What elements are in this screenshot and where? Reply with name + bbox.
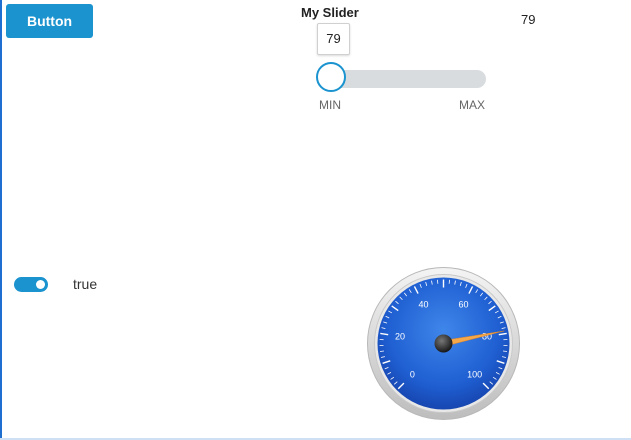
gauge-tick-label: 60 [458,299,468,309]
slider-thumb[interactable] [316,62,346,92]
primary-button[interactable]: Button [6,4,93,38]
slider-min-label: MIN [319,98,341,112]
gauge-tick-label: 0 [410,370,415,380]
gauge-tick-label: 40 [419,299,429,309]
left-border [0,0,2,440]
gauge-tick-label: 20 [395,332,405,342]
gauge-hub [434,334,453,353]
gauge-minor-tick [379,350,385,352]
gauge-minor-tick [502,350,508,352]
slider-title: My Slider [301,5,359,20]
slider-value-tooltip: 79 [317,23,350,55]
toggle-state-label: true [73,276,98,292]
toggle-knob [36,280,45,289]
toggle-switch[interactable] [14,277,48,292]
gauge-tick-label: 100 [467,370,482,380]
gauge: 02040 6080100 [367,267,520,420]
slider-value-readout: 79 [521,12,536,27]
slider-max-label: MAX [459,98,486,112]
app-canvas: Button My Slider 79 79 MIN MAX true 0 20… [0,0,631,440]
